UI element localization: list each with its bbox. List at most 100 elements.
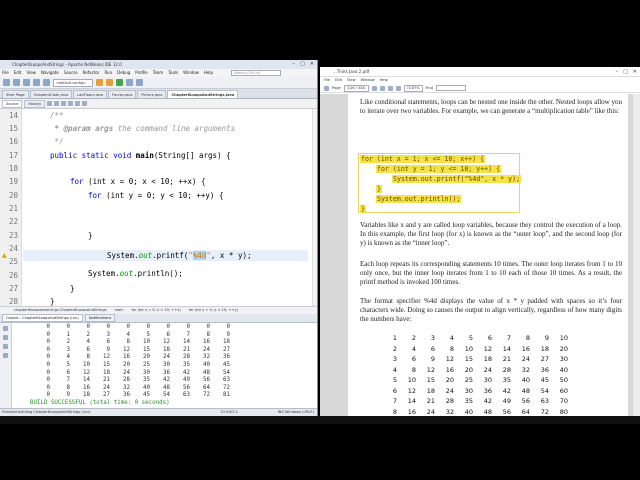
menu-file[interactable]: File	[324, 77, 330, 84]
menu-profile[interactable]: Profile	[135, 69, 147, 77]
tab-forces[interactable]: Forces.java	[108, 90, 137, 98]
breadcrumb-class[interactable]: chapter6loopsandstrings.Chapter6LoopsAnd…	[14, 307, 107, 314]
table-row: 8 16 24 32 40 48 56 64 72 80	[378, 408, 568, 417]
menu-run[interactable]: Run	[104, 69, 112, 77]
output-cell: 18	[83, 392, 90, 399]
editor-scrollbar[interactable]	[312, 109, 317, 306]
selected-format-specifier[interactable]: %4d	[192, 251, 207, 260]
breadcrumb-outer-loop[interactable]: for (int x = 0; x < 10; ++x)	[132, 307, 181, 314]
stop-icon[interactable]	[3, 344, 8, 349]
macro-icon[interactable]	[82, 101, 88, 106]
config-select[interactable]: <default config>	[53, 78, 93, 87]
menu-file[interactable]: File	[2, 69, 9, 77]
output-cell: 21	[103, 377, 110, 384]
minimize-icon[interactable]: –	[616, 69, 619, 75]
table-cell: 9	[544, 334, 549, 342]
menu-source[interactable]: Source	[64, 69, 78, 77]
tab-start-page[interactable]: Start Page	[2, 90, 29, 98]
minimize-icon[interactable]: –	[293, 61, 296, 68]
redo-icon[interactable]	[43, 79, 50, 86]
tab-output[interactable]: Output - Chapter6LoopsAndStrings (run)	[2, 314, 83, 322]
output-cell: 54	[163, 392, 170, 399]
output-row: 0 6 12 18 24 30 36 42 48 54	[30, 369, 231, 376]
open-project-icon[interactable]	[13, 79, 20, 86]
source-tab[interactable]: Source	[2, 99, 23, 108]
menu-team[interactable]: Team	[153, 69, 164, 77]
code-editor[interactable]: 14 15 16 17 18 19 20 21 22 23 24 25 26 2…	[0, 109, 317, 328]
output-cell: 20	[143, 354, 150, 361]
line-number: 17	[8, 151, 18, 160]
comment-icon[interactable]	[75, 101, 81, 106]
output-cell: 28	[123, 377, 130, 384]
history-tab[interactable]: History	[24, 99, 46, 108]
zoom-select[interactable]: 72.87%	[403, 84, 423, 92]
clean-build-icon[interactable]	[106, 79, 113, 86]
menu-tools[interactable]: Tools	[168, 69, 178, 77]
hint-bulb-icon[interactable]: ▲	[2, 252, 7, 259]
output-cell: 6	[66, 369, 71, 376]
new-project-icon[interactable]	[3, 79, 10, 86]
find-icon[interactable]	[61, 101, 67, 106]
zoom-in-icon[interactable]	[395, 85, 401, 91]
menu-view[interactable]: View	[347, 77, 356, 84]
code-text: .println();	[133, 269, 183, 278]
menu-window[interactable]: Window	[183, 69, 199, 77]
settings-icon[interactable]	[3, 353, 8, 358]
output-cell: 15	[103, 362, 110, 368]
page-number-input[interactable]: (116 / 334)	[343, 84, 369, 92]
tab-chapter4code[interactable]: Chapter4Code.java	[29, 90, 73, 98]
run-icon[interactable]	[116, 79, 123, 86]
sidebar-toggle-icon[interactable]	[324, 85, 329, 91]
menu-debug[interactable]: Debug	[117, 69, 130, 77]
menu-refactor[interactable]: Refactor	[83, 69, 100, 77]
pdf-scrollbar[interactable]	[633, 94, 640, 416]
close-icon[interactable]: ✕	[310, 61, 314, 68]
profile-icon[interactable]	[136, 79, 143, 86]
maximize-icon[interactable]: □	[623, 69, 628, 75]
breadcrumb-inner-loop[interactable]: for (int y = 0; y < 10; ++y)	[189, 307, 238, 314]
prev-page-icon[interactable]	[371, 85, 377, 91]
menu-view[interactable]: View	[26, 69, 36, 77]
save-all-icon[interactable]	[23, 79, 30, 86]
tab-labfloors[interactable]: LabFloors.java	[73, 90, 108, 98]
keyword: public static void	[50, 151, 136, 160]
output-window[interactable]: 0 0 0 0 0 0 0 0 0 0 0 1 2 3 4 5 6 7 8 9 0 2 4 6 8 10 12 14 16 18 0 3 6 9 1…	[0, 322, 317, 408]
close-icon[interactable]: ✕	[633, 69, 637, 75]
menu-window[interactable]: Window	[361, 77, 375, 84]
output-row: 0 9 18 27 36 45 54 63 72 81	[30, 392, 231, 399]
output-tab-strip: Output - Chapter6LoopsAndStrings (run) N…	[0, 314, 317, 322]
maximize-icon[interactable]: □	[300, 61, 305, 68]
pdf-document-area[interactable]: Like conditional statements, loops can b…	[320, 94, 640, 416]
breadcrumb-method[interactable]: main	[115, 307, 124, 314]
debug-icon[interactable]	[126, 79, 133, 86]
output-cell: 0	[46, 354, 51, 361]
menu-edit[interactable]: Edit	[335, 77, 342, 84]
code-example: for (int x = 1; x <= 10; x++) { for (int…	[358, 153, 522, 213]
zoom-out-icon[interactable]	[387, 85, 393, 91]
table-cell: 10	[559, 334, 568, 342]
back-icon[interactable]	[47, 101, 53, 106]
field-out: out	[119, 269, 134, 278]
find-input[interactable]	[435, 85, 466, 91]
rerun-with-options-icon[interactable]	[3, 335, 8, 340]
table-cell: 40	[521, 376, 530, 384]
toggle-bookmark-icon[interactable]	[68, 101, 74, 106]
code-line-22: }	[88, 231, 93, 240]
tab-picture[interactable]: Picture.java	[137, 90, 167, 98]
pdf-title: ...Think Java 2.pdf	[333, 69, 370, 74]
build-icon[interactable]	[96, 79, 103, 86]
forward-icon[interactable]	[54, 101, 60, 106]
undo-icon[interactable]	[33, 79, 40, 86]
tab-notifications[interactable]: Notifications	[84, 314, 116, 322]
menu-edit[interactable]: Edit	[14, 69, 22, 77]
output-row: 0 2 4 6 8 10 12 14 16 18	[30, 339, 231, 345]
paragraph-loop-repeats: Each loop repeats its corresponding stat…	[360, 260, 622, 286]
search-input[interactable]: Search (Ctrl+I)	[231, 70, 281, 76]
next-page-icon[interactable]	[379, 85, 385, 91]
menu-help[interactable]: Help	[380, 77, 388, 84]
rerun-icon[interactable]	[3, 326, 8, 331]
tab-chapter6loops[interactable]: Chapter6LoopsAndStrings.java	[167, 90, 239, 98]
menu-help[interactable]: Help	[204, 69, 213, 77]
table-cell: 24	[521, 355, 530, 363]
menu-navigate[interactable]: Navigate	[41, 69, 59, 77]
